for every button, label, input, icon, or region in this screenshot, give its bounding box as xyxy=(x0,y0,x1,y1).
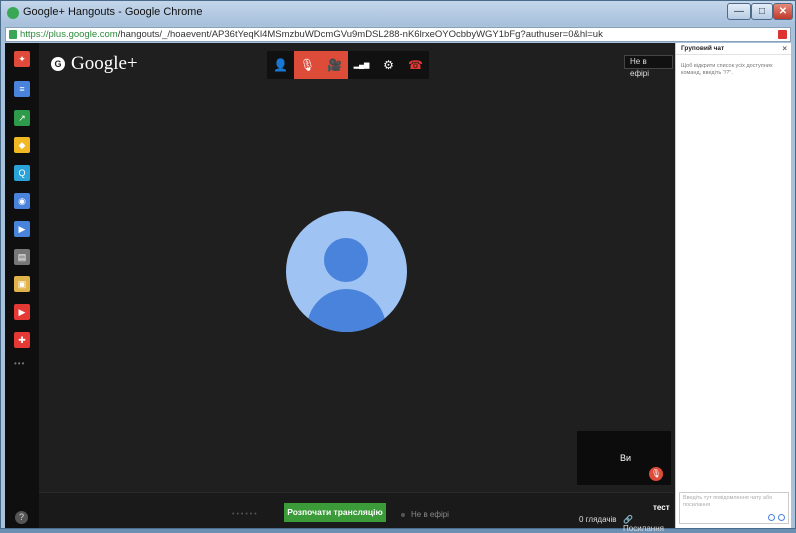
attach-icon[interactable] xyxy=(778,514,785,521)
apps-sidebar: ? ✦ ≡ ↗ ◆ Q ◉ ▶ ▤ ▣ ▶ ✚ ••• xyxy=(5,43,39,528)
video-stage: G Google+ 👤 🎙 🎥 ▂▄▆ ⚙ ☎ Не в ефірі Ви 🎙 •••••… xyxy=(39,43,673,533)
chat-message-input[interactable]: Введіть тут повідомлення чату або посила… xyxy=(679,492,789,524)
logo-text: Google+ xyxy=(71,53,138,74)
close-chat-icon[interactable]: × xyxy=(782,43,787,55)
qa-app-icon[interactable]: Q xyxy=(14,165,30,181)
help-app-icon[interactable]: ✚ xyxy=(14,332,30,348)
hangouts-app-icon[interactable]: ✦ xyxy=(14,51,30,67)
viewer-count: 0 глядачів xyxy=(579,515,617,524)
status-dot-icon xyxy=(401,512,405,517)
chat-title: Груповий чат xyxy=(681,45,725,52)
event-title: тест xyxy=(653,503,670,512)
maximize-button[interactable]: □ xyxy=(751,3,773,20)
url-host: https://plus.google.com xyxy=(20,29,118,40)
emoji-icon[interactable] xyxy=(768,514,775,521)
self-label: Ви xyxy=(620,453,632,463)
close-window-button[interactable]: ✕ xyxy=(773,3,793,20)
hangout-app: ? ✦ ≡ ↗ ◆ Q ◉ ▶ ▤ ▣ ▶ ✚ ••• G Google+ 👤 🎙 🎥 ▂▄▆ ⚙ ☎ Не в… xyxy=(5,43,791,533)
lock-icon xyxy=(9,30,17,39)
participant-avatar xyxy=(286,211,407,332)
chat-app-icon[interactable]: ≡ xyxy=(14,81,30,97)
avatar-body xyxy=(307,289,386,332)
hangouts-bubble-icon: G xyxy=(51,57,65,71)
window-title: Google+ Hangouts - Google Chrome xyxy=(23,6,203,18)
control-room-app-icon[interactable]: ▶ xyxy=(14,221,30,237)
muted-mic-icon: 🎙 xyxy=(649,467,663,481)
filmstrip-dots: •••••• xyxy=(232,511,259,518)
invite-people-button[interactable]: 👤 xyxy=(267,51,294,79)
browser-window: Google+ Hangouts - Google Chrome — □ ✕ h… xyxy=(0,0,796,533)
hangouts-favicon-icon xyxy=(7,7,19,19)
screenshare-app-icon[interactable]: ↗ xyxy=(14,110,30,126)
chat-input-icons xyxy=(768,514,785,521)
showcase-app-icon[interactable]: ▣ xyxy=(14,276,30,292)
help-icon[interactable]: ? xyxy=(15,511,28,524)
url-path: /hangouts/_/hoaevent/AP36tYeqKl4MSmzbuWD… xyxy=(117,29,603,40)
address-bar[interactable]: https://plus.google.com/hangouts/_/hoaev… xyxy=(5,27,791,42)
google-plus-logo: G Google+ xyxy=(51,53,138,75)
offair-status: Не в ефірі xyxy=(401,510,449,519)
self-video-tile[interactable]: Ви 🎙 xyxy=(577,431,671,485)
onair-status-button[interactable]: Не в ефірі xyxy=(624,55,673,78)
camera-off-button[interactable]: 🎥 xyxy=(321,51,348,79)
group-chat-panel: Груповий чат × Щоб відкрити список усіх … xyxy=(675,43,791,528)
lower-third-app-icon[interactable]: ▤ xyxy=(14,249,30,265)
avatar-head xyxy=(324,238,368,282)
title-bar: Google+ Hangouts - Google Chrome — □ ✕ xyxy=(1,1,795,25)
start-broadcast-button[interactable]: Розпочати трансляцію xyxy=(284,503,386,522)
settings-button[interactable]: ⚙ xyxy=(375,51,402,79)
broadcast-bar: •••••• Розпочати трансляцію Не в ефірі т… xyxy=(39,492,673,533)
links-button[interactable]: 🔗 Посилання xyxy=(623,515,673,533)
chat-hint: Щоб відкрити список усіх доступних коман… xyxy=(681,63,773,76)
call-toolbar: 👤 🎙 🎥 ▂▄▆ ⚙ ☎ xyxy=(267,51,429,79)
bandwidth-button[interactable]: ▂▄▆ xyxy=(348,51,375,79)
chat-header: Груповий чат × xyxy=(676,43,791,55)
offair-label: Не в ефірі xyxy=(411,510,449,519)
capture-app-icon[interactable]: ◉ xyxy=(14,193,30,209)
more-apps-icon[interactable]: ••• xyxy=(14,359,25,368)
minimize-button[interactable]: — xyxy=(727,3,751,20)
chat-input-placeholder: Введіть тут повідомлення чату або посила… xyxy=(683,495,773,508)
effects-app-icon[interactable]: ◆ xyxy=(14,137,30,153)
youtube-app-icon[interactable]: ▶ xyxy=(14,304,30,320)
mute-mic-button[interactable]: 🎙 xyxy=(294,51,321,79)
blocked-content-icon[interactable] xyxy=(778,30,787,39)
leave-call-button[interactable]: ☎ xyxy=(402,51,429,79)
